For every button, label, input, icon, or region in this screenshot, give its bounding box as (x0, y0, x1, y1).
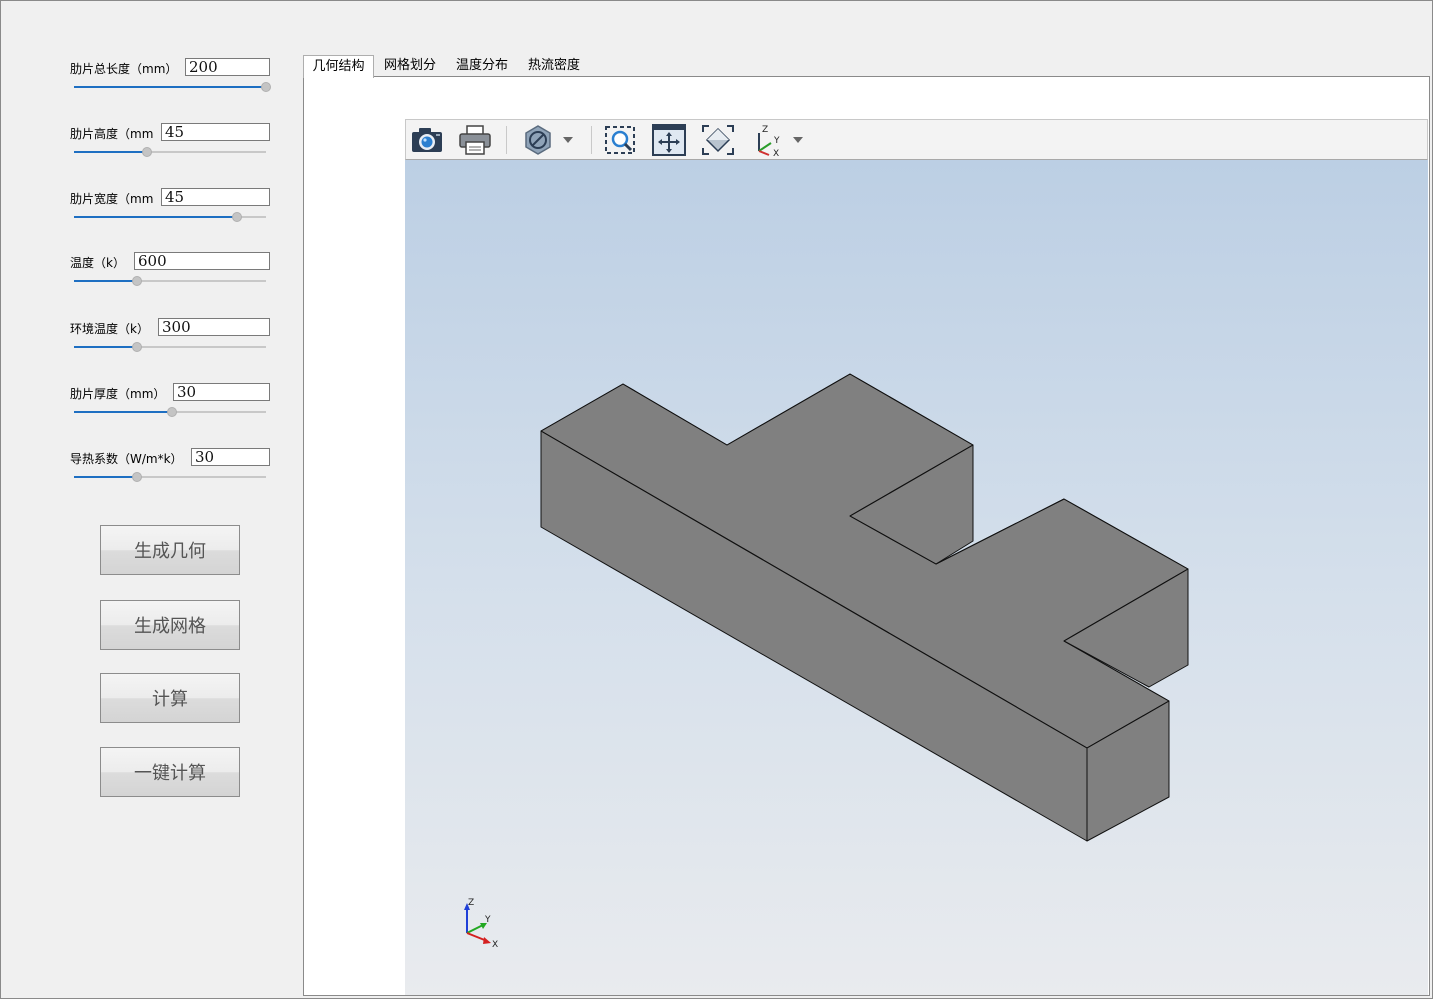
compute-button[interactable]: 计算 (100, 673, 240, 723)
thermal-conductivity-slider[interactable] (74, 472, 266, 482)
fin-height-input[interactable]: 45 (161, 123, 270, 141)
tab-mesh[interactable]: 网格划分 (378, 55, 442, 77)
fit-view-icon[interactable] (700, 123, 736, 157)
generate-geometry-button[interactable]: 生成几何 (100, 525, 240, 575)
ambient-temperature-label: 环境温度（k） (70, 322, 149, 336)
toolbar-axis-y-label: Y (773, 136, 780, 146)
fin-width-input[interactable]: 45 (161, 188, 270, 206)
axes-icon[interactable]: Z Y X (749, 123, 785, 157)
print-icon[interactable] (457, 123, 493, 157)
total-length-label: 肋片总长度（mm） (70, 62, 178, 76)
fin-geometry (540, 373, 1189, 842)
chevron-down-icon[interactable] (788, 123, 808, 157)
viewer-toolbar: Z Y X (405, 119, 1428, 160)
tab-heat-flux[interactable]: 热流密度 (522, 55, 586, 77)
axis-x-label: X (492, 940, 498, 950)
temperature-label: 温度（k） (70, 256, 125, 270)
temperature-slider[interactable] (74, 276, 266, 286)
axis-triad: Z Y X (464, 898, 498, 950)
toolbar-axis-z-label: Z (762, 125, 768, 135)
zoom-box-icon[interactable] (603, 123, 639, 157)
fin-width-slider[interactable] (74, 212, 266, 222)
slider-handle[interactable] (141, 147, 152, 157)
one-click-compute-button[interactable]: 一键计算 (100, 747, 240, 797)
generate-mesh-button[interactable]: 生成网格 (100, 600, 240, 650)
temperature-input[interactable]: 600 (134, 252, 270, 270)
slider-handle[interactable] (261, 82, 271, 92)
toolbar-axis-x-label: X (773, 149, 779, 157)
thermal-conductivity-label: 导热系数（W/m*k） (70, 452, 183, 466)
axis-y-label: Y (484, 915, 491, 925)
fin-thickness-label: 肋片厚度（mm） (70, 387, 166, 401)
total-length-input[interactable]: 200 (185, 58, 270, 76)
tab-geometry[interactable]: 几何结构 (303, 55, 374, 78)
tab-temperature[interactable]: 温度分布 (450, 55, 514, 77)
thermal-conductivity-input[interactable]: 30 (191, 448, 270, 466)
slider-handle[interactable] (166, 407, 177, 417)
no-symbol-icon[interactable] (520, 123, 556, 157)
fin-height-label: 肋片高度（mm (70, 127, 154, 141)
chevron-down-icon[interactable] (558, 123, 578, 157)
camera-icon[interactable] (409, 123, 445, 157)
total-length-slider[interactable] (74, 82, 271, 92)
axis-z-label: Z (468, 898, 474, 908)
fin-width-label: 肋片宽度（mm (70, 192, 154, 206)
fin-thickness-slider[interactable] (74, 407, 266, 417)
ambient-temperature-slider[interactable] (74, 342, 266, 352)
pan-icon[interactable] (651, 123, 687, 157)
ambient-temperature-input[interactable]: 300 (158, 318, 270, 336)
fin-height-slider[interactable] (74, 147, 266, 157)
3d-viewport[interactable]: Z Y X (405, 160, 1428, 995)
fin-thickness-input[interactable]: 30 (173, 383, 270, 401)
